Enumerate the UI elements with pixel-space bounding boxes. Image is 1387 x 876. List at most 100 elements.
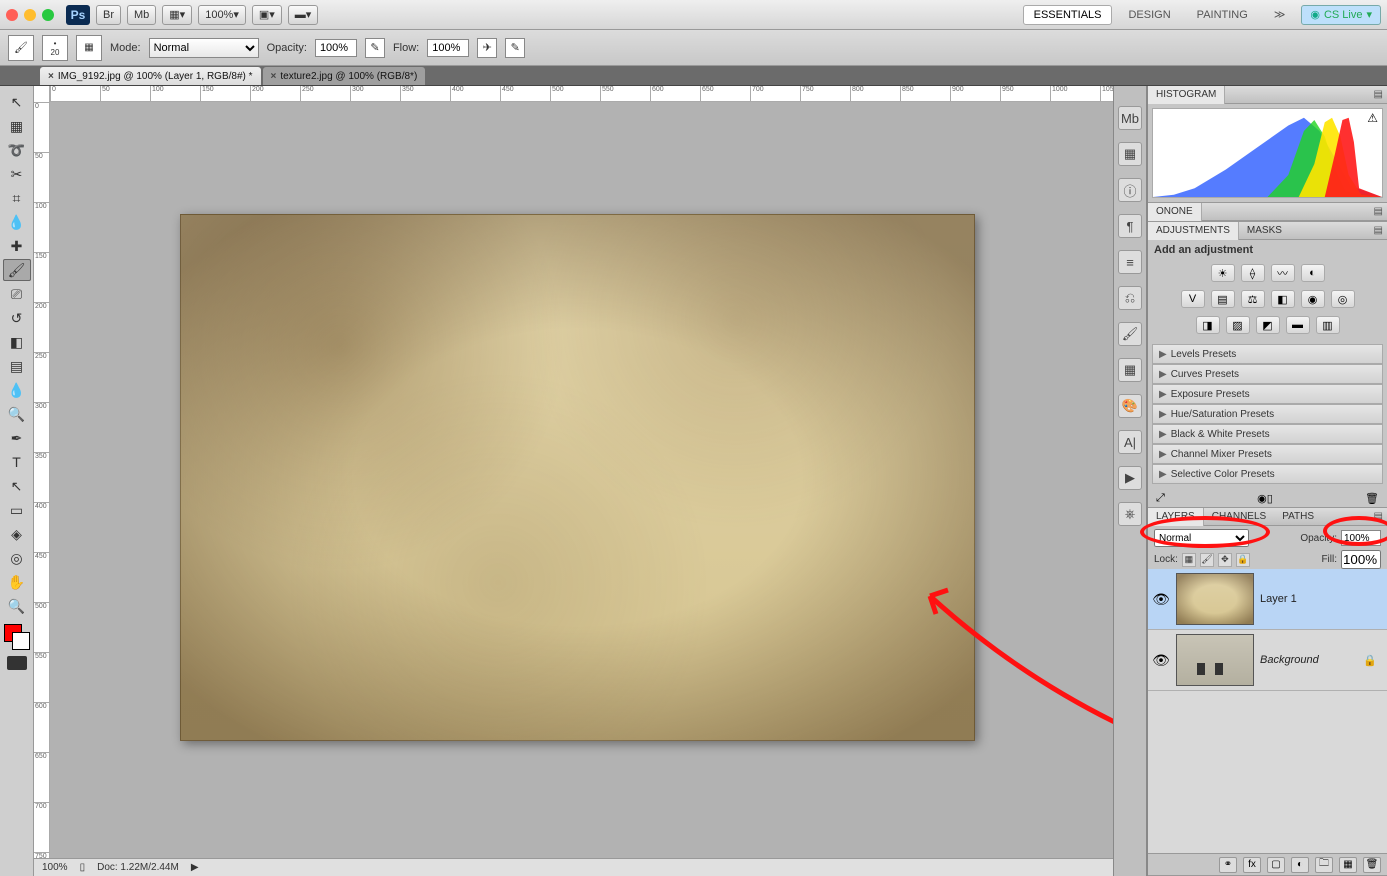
layer-thumbnail[interactable] bbox=[1176, 573, 1254, 625]
invert-adj-icon[interactable]: ◨ bbox=[1196, 316, 1220, 334]
healing-tool-icon[interactable]: ✚ bbox=[3, 235, 31, 257]
close-window-icon[interactable] bbox=[6, 9, 18, 21]
minimize-window-icon[interactable] bbox=[24, 9, 36, 21]
close-tab-icon[interactable]: × bbox=[48, 71, 54, 82]
adjustment-layer-icon[interactable]: ◐ bbox=[1291, 857, 1309, 873]
zoom-tool-icon[interactable]: 🔍 bbox=[3, 595, 31, 617]
adjustment-preset-row[interactable]: ▶Channel Mixer Presets bbox=[1152, 444, 1383, 464]
move-tool-icon[interactable]: ↖ bbox=[3, 91, 31, 113]
workspace-design[interactable]: DESIGN bbox=[1118, 5, 1180, 25]
selcolor-adj-icon[interactable]: ▥ bbox=[1316, 316, 1340, 334]
layer-thumbnail[interactable] bbox=[1176, 634, 1254, 686]
paragraph-panel-icon[interactable]: ¶ bbox=[1118, 214, 1142, 238]
pen-tool-icon[interactable]: ✒ bbox=[3, 427, 31, 449]
delete-layer-icon[interactable]: 🗑 bbox=[1363, 857, 1381, 873]
zoom-window-icon[interactable] bbox=[42, 9, 54, 21]
layer-group-icon[interactable]: 🗀 bbox=[1315, 857, 1333, 873]
swatches-panel-icon[interactable]: ▦ bbox=[1118, 142, 1142, 166]
3d-tool-icon[interactable]: ◈ bbox=[3, 523, 31, 545]
doc-tab-1[interactable]: ×IMG_9192.jpg @ 100% (Layer 1, RGB/8#) * bbox=[40, 67, 261, 85]
hand-tool-icon[interactable]: ✋ bbox=[3, 571, 31, 593]
panel-menu-icon[interactable]: ▤ bbox=[1374, 89, 1383, 100]
histogram-tab[interactable]: HISTOGRAM bbox=[1148, 86, 1225, 104]
cs-live-button[interactable]: ◉CS Live▾ bbox=[1301, 5, 1381, 25]
bridge-button[interactable]: Br bbox=[96, 5, 121, 25]
3d-panel-icon[interactable]: ⎈ bbox=[1118, 502, 1142, 526]
hue-adj-icon[interactable]: ▤ bbox=[1211, 290, 1235, 308]
panel-menu-icon[interactable]: ▤ bbox=[1374, 225, 1383, 236]
vibrance-adj-icon[interactable]: V bbox=[1181, 290, 1205, 308]
workspace-more-icon[interactable]: ≫ bbox=[1264, 5, 1296, 25]
adjustment-preset-row[interactable]: ▶Exposure Presets bbox=[1152, 384, 1383, 404]
layer-mask-icon[interactable]: ▢ bbox=[1267, 857, 1285, 873]
brush-tool-icon[interactable]: 🖌 bbox=[8, 35, 34, 61]
adjustments-tab[interactable]: ADJUSTMENTS bbox=[1148, 222, 1239, 240]
marquee-tool-icon[interactable]: ▦ bbox=[3, 115, 31, 137]
opacity-field[interactable] bbox=[315, 39, 357, 57]
status-more-icon[interactable]: ▶ bbox=[191, 862, 199, 873]
paths-tab[interactable]: PATHS bbox=[1274, 508, 1322, 526]
adj-trash-icon[interactable]: 🗑 bbox=[1365, 492, 1379, 505]
layer-row-background[interactable]: 👁 Background 🔒 bbox=[1148, 630, 1387, 691]
foreground-background-swatch[interactable] bbox=[4, 624, 30, 650]
pressure-opacity-icon[interactable]: ✎ bbox=[365, 38, 385, 58]
info-panel-icon[interactable]: ⓘ bbox=[1118, 178, 1142, 202]
minibridge-panel-icon[interactable]: Mb bbox=[1118, 106, 1142, 130]
actions-panel-icon[interactable]: ▶ bbox=[1118, 466, 1142, 490]
adj-clip-icon[interactable]: ◉▯ bbox=[1257, 492, 1273, 505]
styles-panel-icon[interactable]: ≡ bbox=[1118, 250, 1142, 274]
flow-field[interactable] bbox=[427, 39, 469, 57]
shape-tool-icon[interactable]: ▭ bbox=[3, 499, 31, 521]
adjustment-preset-row[interactable]: ▶Selective Color Presets bbox=[1152, 464, 1383, 484]
brightness-adj-icon[interactable]: ☀ bbox=[1211, 264, 1235, 282]
crop-tool-icon[interactable]: ⌗ bbox=[3, 187, 31, 209]
document-canvas[interactable] bbox=[180, 214, 975, 741]
history-brush-tool-icon[interactable]: ↺ bbox=[3, 307, 31, 329]
histogram-warning-icon[interactable]: ⚠ bbox=[1367, 111, 1378, 125]
blur-tool-icon[interactable]: 💧 bbox=[3, 379, 31, 401]
view-extras-button[interactable]: ▦▾ bbox=[162, 5, 192, 25]
3d-camera-tool-icon[interactable]: ◎ bbox=[3, 547, 31, 569]
onone-tab[interactable]: ONONE bbox=[1148, 203, 1202, 221]
chanmix-adj-icon[interactable]: ◎ bbox=[1331, 290, 1355, 308]
eraser-tool-icon[interactable]: ◧ bbox=[3, 331, 31, 353]
layer-row-layer1[interactable]: 👁 Layer 1 bbox=[1148, 569, 1387, 630]
arrange-docs-button[interactable]: ▣▾ bbox=[252, 5, 282, 25]
workspace-essentials[interactable]: ESSENTIALS bbox=[1023, 5, 1113, 25]
lock-position-icon[interactable]: ✥ bbox=[1218, 553, 1232, 567]
threshold-adj-icon[interactable]: ◩ bbox=[1256, 316, 1280, 334]
status-doc-size[interactable]: Doc: 1.22M/2.44M bbox=[97, 862, 179, 873]
colorbal-adj-icon[interactable]: ⚖ bbox=[1241, 290, 1265, 308]
quick-mask-toggle[interactable] bbox=[7, 656, 27, 670]
canvas-viewport[interactable]: 0501001502002503003504004505005506006507… bbox=[50, 86, 1113, 876]
pressure-size-icon[interactable]: ✎ bbox=[505, 38, 525, 58]
link-layers-icon[interactable]: ⚭ bbox=[1219, 857, 1237, 873]
brush-tool-icon[interactable]: 🖌 bbox=[3, 259, 31, 281]
masks-tab[interactable]: MASKS bbox=[1239, 222, 1290, 240]
photofilter-adj-icon[interactable]: ◉ bbox=[1301, 290, 1325, 308]
brush-preset-picker[interactable]: •20 bbox=[42, 35, 68, 61]
layer-visibility-icon[interactable]: 👁 bbox=[1152, 651, 1170, 669]
adjustment-preset-row[interactable]: ▶Levels Presets bbox=[1152, 344, 1383, 364]
quick-select-tool-icon[interactable]: ✂ bbox=[3, 163, 31, 185]
blend-mode-select[interactable]: Normal bbox=[149, 38, 259, 58]
adjustment-preset-row[interactable]: ▶Curves Presets bbox=[1152, 364, 1383, 384]
screen-mode-button[interactable]: ▬▾ bbox=[288, 5, 319, 25]
posterize-adj-icon[interactable]: ▨ bbox=[1226, 316, 1250, 334]
eyedropper-tool-icon[interactable]: 💧 bbox=[3, 211, 31, 233]
adj-expand-icon[interactable]: ⤢ bbox=[1156, 492, 1165, 505]
type-tool-icon[interactable]: T bbox=[3, 451, 31, 473]
exposure-adj-icon[interactable]: ◐ bbox=[1301, 264, 1325, 282]
airbrush-icon[interactable]: ✈ bbox=[477, 38, 497, 58]
new-layer-icon[interactable]: ▦ bbox=[1339, 857, 1357, 873]
layer-fx-icon[interactable]: fx bbox=[1243, 857, 1261, 873]
minibridge-button[interactable]: Mb bbox=[127, 5, 156, 25]
brush-panel-toggle[interactable]: ▦ bbox=[76, 35, 102, 61]
zoom-level-button[interactable]: 100% ▾ bbox=[198, 5, 246, 25]
character-panel-icon[interactable]: A| bbox=[1118, 430, 1142, 454]
lock-transparency-icon[interactable]: ▦ bbox=[1182, 553, 1196, 567]
gradient-tool-icon[interactable]: ▤ bbox=[3, 355, 31, 377]
dodge-tool-icon[interactable]: 🔍 bbox=[3, 403, 31, 425]
adjustment-preset-row[interactable]: ▶Black & White Presets bbox=[1152, 424, 1383, 444]
doc-tab-2[interactable]: ×texture2.jpg @ 100% (RGB/8*) bbox=[263, 67, 426, 85]
